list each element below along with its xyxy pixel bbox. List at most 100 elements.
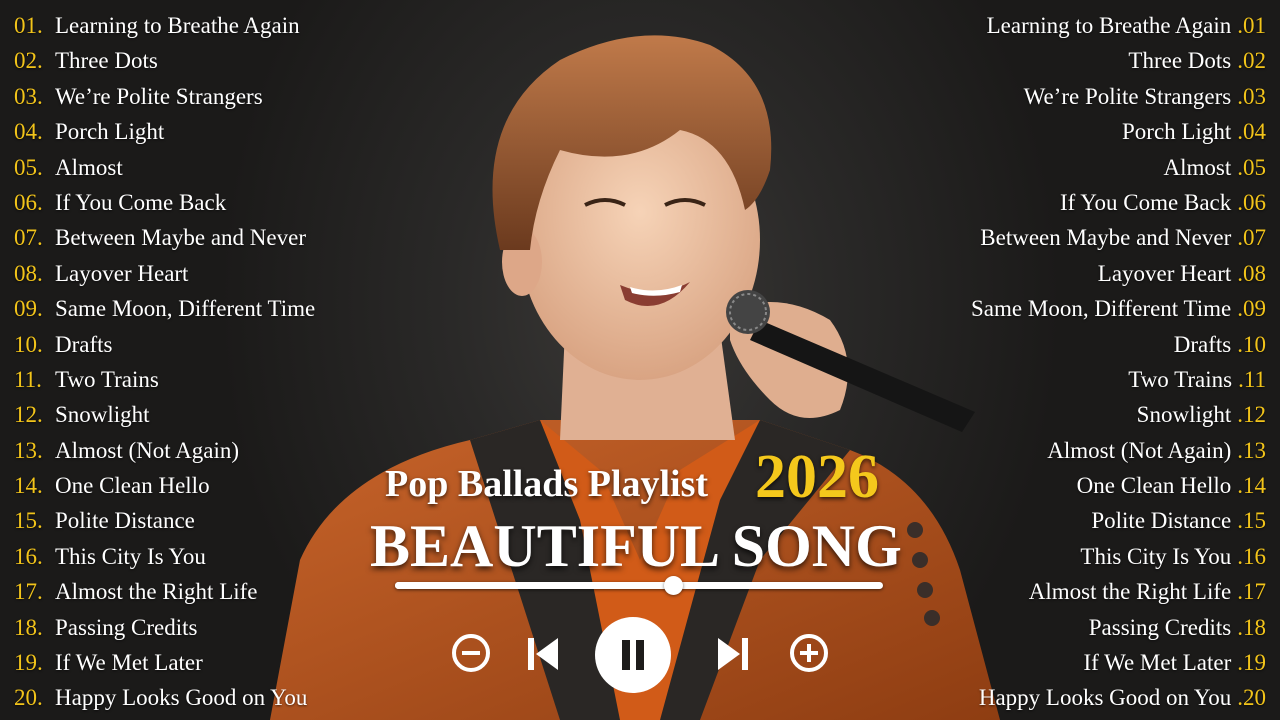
track-number: .20	[1237, 685, 1266, 711]
track-number: .13	[1237, 437, 1266, 463]
track-item[interactable]: 01. Learning to Breathe Again	[14, 8, 315, 43]
track-number: 17.	[14, 579, 43, 605]
track-number: 18.	[14, 614, 43, 640]
track-title: Two Trains	[1128, 366, 1233, 392]
track-title: Layover Heart	[1097, 260, 1232, 286]
track-number: .06	[1237, 189, 1266, 215]
track-title: Passing Credits	[55, 614, 198, 640]
track-item[interactable]: If You Come Back .06	[971, 185, 1266, 220]
track-item[interactable]: This City Is You .16	[971, 539, 1266, 574]
track-item[interactable]: One Clean Hello .14	[971, 468, 1266, 503]
track-number: 01.	[14, 13, 43, 38]
track-title: Happy Looks Good on You	[978, 685, 1232, 711]
track-number: 08.	[14, 260, 43, 286]
track-item[interactable]: We’re Polite Strangers .03	[971, 79, 1266, 114]
track-number: 04.	[14, 119, 43, 145]
track-number: 14.	[14, 473, 43, 499]
track-item[interactable]: Learning to Breathe Again .01	[971, 8, 1266, 43]
track-item[interactable]: 14. One Clean Hello	[14, 468, 315, 503]
track-item[interactable]: 10. Drafts	[14, 327, 315, 362]
track-item[interactable]: 19. If We Met Later	[14, 645, 315, 680]
track-title: Three Dots	[1128, 48, 1232, 74]
plus-circle-icon[interactable]	[788, 632, 830, 674]
track-title: Three Dots	[55, 48, 158, 74]
track-number: .17	[1237, 579, 1266, 605]
track-title: Happy Looks Good on You	[55, 685, 308, 711]
track-number: .15	[1237, 508, 1266, 534]
track-number: .19	[1237, 650, 1266, 676]
track-number: .16	[1237, 543, 1266, 569]
track-item[interactable]: If We Met Later .19	[971, 645, 1266, 680]
track-item[interactable]: 09. Same Moon, Different Time	[14, 291, 315, 326]
track-title: Passing Credits	[1088, 614, 1232, 640]
track-item[interactable]: 12. Snowlight	[14, 397, 315, 432]
playlist-cover: 01. Learning to Breathe Again 02. Three Dot…	[0, 0, 1280, 720]
track-item[interactable]: 18. Passing Credits	[14, 610, 315, 645]
track-item[interactable]: Porch Light .04	[971, 114, 1266, 149]
track-number: .11	[1238, 366, 1266, 392]
track-item[interactable]: Two Trains .11	[971, 362, 1266, 397]
track-item[interactable]: Almost (Not Again) .13	[971, 433, 1266, 468]
track-title: Learning to Breathe Again	[986, 13, 1232, 38]
track-title: Drafts	[55, 331, 113, 357]
track-item[interactable]: 11. Two Trains	[14, 362, 315, 397]
track-item[interactable]: Between Maybe and Never .07	[971, 220, 1266, 255]
track-item[interactable]: Layover Heart .08	[971, 256, 1266, 291]
track-item[interactable]: 03. We’re Polite Strangers	[14, 79, 315, 114]
track-item[interactable]: Snowlight .12	[971, 397, 1266, 432]
progress-bar[interactable]	[395, 576, 883, 595]
skip-previous-icon[interactable]	[526, 634, 562, 674]
track-title: Porch Light	[55, 119, 165, 145]
track-number: 05.	[14, 154, 43, 180]
track-number: 15.	[14, 508, 43, 534]
track-title: Almost	[55, 154, 123, 180]
track-item[interactable]: Same Moon, Different Time .09	[971, 291, 1266, 326]
track-number: .14	[1237, 473, 1266, 499]
track-item[interactable]: Polite Distance .15	[971, 503, 1266, 538]
track-item[interactable]: Drafts .10	[971, 327, 1266, 362]
track-title: Same Moon, Different Time	[971, 296, 1232, 322]
track-list-right: Learning to Breathe Again .01 Three Dots .0…	[971, 8, 1266, 716]
track-item[interactable]: Happy Looks Good on You .20	[971, 680, 1266, 715]
track-title: If You Come Back	[1060, 189, 1232, 215]
track-item[interactable]: 02. Three Dots	[14, 43, 315, 78]
track-item[interactable]: Three Dots .02	[971, 43, 1266, 78]
playlist-year: 2026	[755, 443, 879, 511]
track-item[interactable]: 08. Layover Heart	[14, 256, 315, 291]
progress-fill	[395, 582, 674, 589]
track-title: Almost	[1163, 154, 1232, 180]
track-title: Porch Light	[1122, 119, 1232, 145]
track-item[interactable]: 16. This City Is You	[14, 539, 315, 574]
track-number: .05	[1237, 154, 1266, 180]
track-title: Two Trains	[55, 366, 159, 392]
track-item[interactable]: 17. Almost the Right Life	[14, 574, 315, 609]
track-item[interactable]: 20. Happy Looks Good on You	[14, 680, 315, 715]
track-number: 03.	[14, 83, 43, 109]
track-item[interactable]: 15. Polite Distance	[14, 503, 315, 538]
track-item[interactable]: 05. Almost	[14, 150, 315, 185]
track-item[interactable]: 07. Between Maybe and Never	[14, 220, 315, 255]
playlist-title: Pop Ballads Playlist	[385, 463, 709, 505]
track-title: Between Maybe and Never	[980, 225, 1232, 251]
track-item[interactable]: Passing Credits .18	[971, 610, 1266, 645]
track-number: .01	[1237, 13, 1266, 38]
skip-next-icon[interactable]	[714, 634, 750, 674]
track-list-left: 01. Learning to Breathe Again 02. Three Dot…	[14, 8, 315, 716]
track-item[interactable]: 06. If You Come Back	[14, 185, 315, 220]
track-title: Snowlight	[1136, 402, 1232, 428]
minus-circle-icon[interactable]	[450, 632, 492, 674]
track-title: If We Met Later	[55, 650, 203, 676]
track-item[interactable]: Almost .05	[971, 150, 1266, 185]
track-number: .07	[1237, 225, 1266, 251]
pause-button[interactable]	[593, 615, 673, 695]
track-number: 20.	[14, 685, 43, 711]
track-title: One Clean Hello	[1076, 473, 1232, 499]
track-title: Almost (Not Again)	[1047, 437, 1232, 463]
track-number: .12	[1237, 402, 1266, 428]
track-title: Polite Distance	[55, 508, 195, 534]
track-item[interactable]: 04. Porch Light	[14, 114, 315, 149]
track-number: .10	[1237, 331, 1266, 357]
track-item[interactable]: 13. Almost (Not Again)	[14, 433, 315, 468]
track-item[interactable]: Almost the Right Life .17	[971, 574, 1266, 609]
track-number: 06.	[14, 189, 43, 215]
